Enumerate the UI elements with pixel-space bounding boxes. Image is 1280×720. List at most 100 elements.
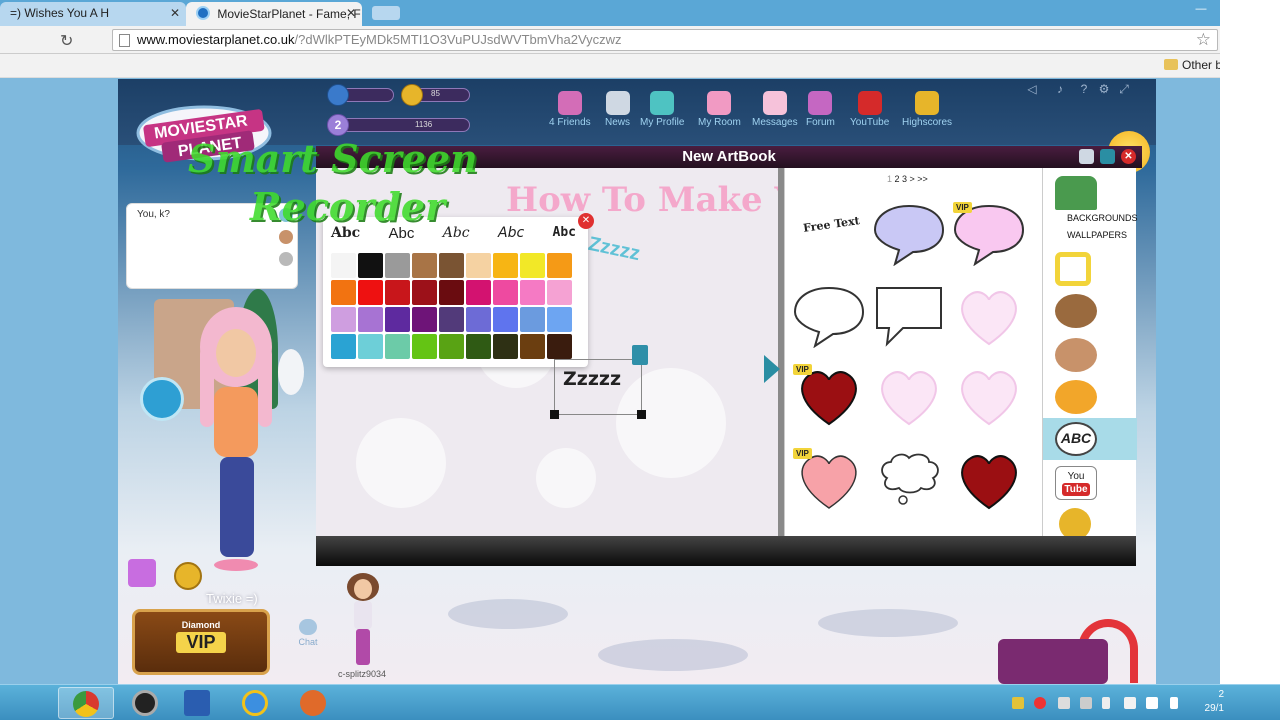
color-swatch[interactable] (466, 334, 491, 359)
expand-arrow-icon[interactable] (764, 355, 780, 383)
nav-youtube[interactable]: YouTube (850, 91, 889, 128)
tab-youtube[interactable]: =) Wishes You A H ✕ (0, 2, 186, 26)
pager-current[interactable]: 1 (887, 174, 892, 184)
category-youtube[interactable]: You Tube (1043, 462, 1137, 504)
tab-close-icon[interactable]: ✕ (346, 6, 356, 20)
color-swatch[interactable] (439, 307, 464, 332)
category-animals[interactable] (1043, 290, 1137, 332)
network-icon[interactable] (1124, 697, 1136, 709)
taskbar-word[interactable] (170, 687, 226, 719)
category-backgrounds[interactable] (1043, 172, 1137, 214)
fullscreen-icon[interactable]: ⤢ (1116, 82, 1132, 96)
color-swatch[interactable] (358, 307, 383, 332)
battery-icon[interactable] (1080, 697, 1092, 709)
music-icon[interactable]: ♪ (1052, 82, 1068, 96)
category-characters[interactable] (1043, 334, 1137, 376)
color-swatch[interactable] (331, 334, 356, 359)
game-area[interactable]: 85 2 1136 ◁ ♪ ? ⚙ ⤢ MOVIESTAR PLANET You… (118, 79, 1156, 684)
system-clock[interactable]: 2 29/1 (1198, 688, 1224, 716)
nav-room[interactable]: My Room (698, 91, 741, 128)
close-icon[interactable]: ✕ (578, 213, 594, 229)
speech-bubble-lavender[interactable] (873, 202, 945, 266)
resize-handle[interactable] (637, 410, 646, 419)
color-swatch[interactable] (358, 334, 383, 359)
nav-trophy[interactable]: Highscores (902, 91, 952, 128)
color-swatch[interactable] (493, 307, 518, 332)
free-text-sticker[interactable]: Free Text (802, 214, 860, 235)
bookmark-star-icon[interactable]: ☆ (1196, 30, 1211, 50)
nav-news[interactable]: News (605, 91, 630, 128)
nav-messages[interactable]: Messages (752, 91, 798, 128)
coin-shop-icon[interactable] (174, 562, 202, 590)
thought-cloud[interactable] (873, 448, 945, 512)
color-swatch[interactable] (547, 253, 572, 278)
other-bookmarks-button[interactable]: Other b (1164, 58, 1222, 72)
save-icon[interactable] (1100, 149, 1115, 164)
color-swatch[interactable] (385, 334, 410, 359)
minimize-button[interactable]: — (1188, 0, 1214, 18)
color-swatch[interactable] (547, 307, 572, 332)
canvas-zzz-text[interactable]: Zzzzz (586, 233, 642, 266)
gear-icon[interactable]: ⚙ (1096, 82, 1112, 96)
nav-forum[interactable]: Forum (806, 91, 835, 128)
text-box-content[interactable]: Zzzzz (563, 368, 621, 390)
new-tab-button[interactable] (372, 6, 400, 20)
flowers-icon (1055, 380, 1097, 414)
player-avatar[interactable] (196, 307, 276, 577)
nav-profile[interactable]: My Profile (640, 91, 684, 128)
heart-arrow-faint[interactable] (953, 284, 1025, 348)
monitor-icon[interactable] (1146, 697, 1158, 709)
tray-icon[interactable] (1058, 697, 1070, 709)
home-button[interactable] (140, 377, 184, 421)
wallpapers-label[interactable]: WALLPAPERS (1067, 227, 1138, 244)
resize-handle[interactable] (550, 410, 559, 419)
taskbar-ie[interactable] (228, 687, 284, 719)
close-icon[interactable]: ✕ (1121, 149, 1136, 164)
volume-icon[interactable] (1170, 697, 1178, 709)
color-swatch[interactable] (520, 334, 545, 359)
heart-arrow-light[interactable] (953, 364, 1025, 428)
tab-close-icon[interactable]: ✕ (170, 6, 180, 20)
color-swatch[interactable] (547, 334, 572, 359)
help-icon[interactable]: ? (1076, 82, 1092, 96)
recorder-watermark: Smart Screen Recorder (188, 135, 548, 285)
heart-dark-red-2[interactable] (953, 448, 1025, 512)
selected-text-box[interactable]: Zzzzz (550, 359, 646, 419)
color-swatch[interactable] (412, 334, 437, 359)
color-swatch[interactable] (493, 334, 518, 359)
color-swatch[interactable] (385, 307, 410, 332)
speaker-icon[interactable]: ◁ (1024, 82, 1040, 96)
pager-links[interactable]: 2 3 > >> (895, 174, 928, 184)
color-swatch[interactable] (439, 334, 464, 359)
ground-shadow (598, 639, 748, 671)
chat-button[interactable]: Chat (294, 619, 322, 647)
flag-icon[interactable] (1102, 697, 1110, 709)
address-bar[interactable]: www.moviestarplanet.co.uk/?dWlkPTEyMDk5M… (112, 29, 1218, 51)
tray-icon[interactable] (1012, 697, 1024, 709)
font-option[interactable]: Abc (553, 225, 576, 247)
category-decorations[interactable] (1043, 376, 1137, 418)
color-swatch[interactable] (412, 307, 437, 332)
color-swatch[interactable] (331, 307, 356, 332)
color-swatch[interactable] (466, 307, 491, 332)
friend-avatar[interactable] (342, 573, 384, 669)
trash-icon[interactable] (632, 345, 648, 365)
gift-icon[interactable] (128, 559, 156, 587)
reload-icon[interactable]: ↻ (60, 31, 73, 51)
backgrounds-label[interactable]: BACKGROUNDS (1067, 210, 1138, 227)
zoom-icon[interactable] (1079, 149, 1094, 164)
category-text[interactable]: ABC (1043, 418, 1137, 460)
heart-light-pink[interactable] (873, 364, 945, 428)
vip-button[interactable]: Diamond VIP (132, 609, 270, 675)
color-swatch[interactable] (547, 280, 572, 305)
category-frames[interactable] (1043, 248, 1137, 290)
speech-bubble-white[interactable] (793, 284, 865, 348)
taskbar-recorder[interactable] (118, 687, 174, 719)
taskbar-chrome[interactable] (58, 687, 114, 719)
speech-box-white[interactable] (873, 284, 945, 348)
tab-moviestarplanet[interactable]: MovieStarPlanet - Fame, F ✕ (186, 2, 362, 26)
nav-friends[interactable]: 4 Friends (549, 91, 591, 128)
record-tray-icon[interactable] (1034, 697, 1046, 709)
color-swatch[interactable] (520, 307, 545, 332)
taskbar-app[interactable] (286, 687, 342, 719)
